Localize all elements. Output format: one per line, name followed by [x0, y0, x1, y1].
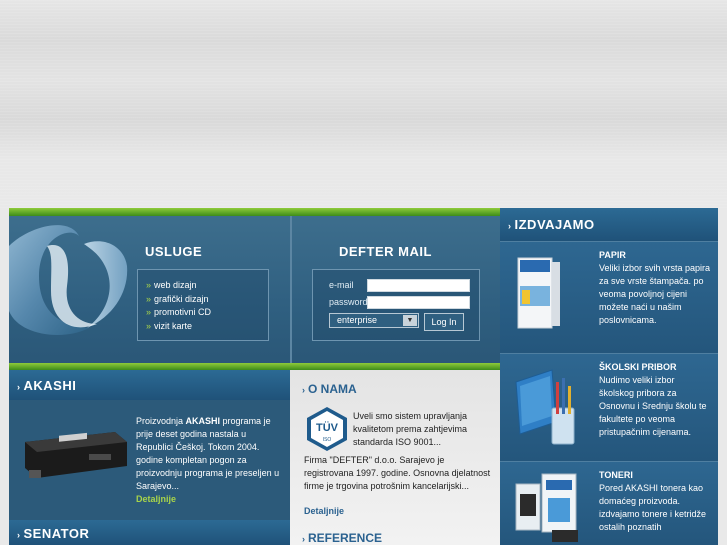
usluge-item-label: web dizajn	[154, 280, 197, 290]
green-accent-bar-lower	[9, 363, 500, 370]
usluge-item-graficki-dizajn[interactable]: » grafički dizajn	[146, 293, 268, 307]
senator-title: › SENATOR	[17, 526, 90, 541]
onama-description: Firma "DEFTER" d.o.o. Sarajevo je regist…	[304, 455, 491, 491]
akashi-more-link[interactable]: Detaljnije	[136, 494, 176, 504]
password-label: password	[329, 297, 368, 307]
tuv-certificate-badge: TÜV ISO	[307, 407, 347, 451]
izdvajamo-papir[interactable]: PAPIR Veliki izbor svih vrsta papira za …	[500, 241, 718, 353]
akashi-header: › AKASHI	[9, 370, 290, 400]
bullet-arrow-icon: ›	[302, 385, 305, 395]
akashi-description: Proizvodnja AKASHI programa je prije des…	[136, 416, 280, 504]
izdvajamo-header: › IZDVAJAMO	[500, 208, 718, 241]
login-button[interactable]: Log In	[424, 313, 464, 331]
onama-panel: › O NAMA TÜV ISO Uveli smo sistem upravlj…	[290, 370, 500, 545]
usluge-item-vizit-karte[interactable]: » vizit karte	[146, 320, 268, 334]
domain-select[interactable]: enterprise ▼	[329, 313, 419, 328]
arrow-icon: »	[146, 280, 152, 290]
dropdown-arrow-icon[interactable]: ▼	[403, 315, 417, 326]
senator-header[interactable]: › SENATOR	[9, 520, 290, 545]
svg-text:ISO: ISO	[323, 437, 332, 443]
defter-logo-icon[interactable]	[9, 216, 139, 366]
arrow-icon: »	[146, 320, 152, 331]
arrow-icon: »	[146, 307, 152, 317]
onama-title[interactable]: › O NAMA	[302, 382, 357, 396]
usluge-title: USLUGE	[145, 244, 203, 259]
usluge-item-promotivni-cd[interactable]: » promotivni CD	[146, 306, 268, 320]
bullet-arrow-icon: ›	[17, 530, 21, 540]
email-label: e-mail	[329, 280, 354, 290]
green-accent-bar	[9, 208, 500, 216]
izdvajamo-column: › IZDVAJAMO PAPIR Veliki izbor svih vrsta…	[500, 208, 718, 545]
izdvajamo-title: › IZDVAJAMO	[508, 217, 595, 232]
izdvajamo-text: Pored AKASHI tonera kao domaćeg proizvod…	[599, 483, 707, 532]
arrow-icon: »	[146, 293, 152, 304]
izdvajamo-text: Veliki izbor svih vrsta papira za sve vr…	[599, 263, 711, 325]
onama-more-link[interactable]: Detaljnije	[304, 506, 344, 516]
mail-title: DEFTER MAIL	[339, 244, 432, 259]
izdvajamo-heading: PAPIR	[599, 250, 626, 260]
main-frame: USLUGE » web dizajn » grafički dizajn » pro…	[9, 208, 718, 545]
bullet-arrow-icon: ›	[302, 534, 305, 544]
bullet-arrow-icon: ›	[508, 221, 512, 231]
svg-text:TÜV: TÜV	[316, 421, 339, 434]
usluge-menu: » web dizajn » grafički dizajn » promotivni…	[137, 269, 269, 341]
email-field[interactable]	[367, 279, 470, 292]
paper-pack-icon	[517, 257, 560, 329]
usluge-item-label: grafički dizajn	[154, 293, 209, 304]
usluge-item-web-dizajn[interactable]: » web dizajn	[146, 279, 268, 293]
akashi-title: › AKASHI	[17, 378, 77, 393]
domain-select-value: enterprise	[337, 315, 378, 325]
toner-cartridge-icon	[515, 473, 578, 542]
bullet-arrow-icon: ›	[17, 382, 21, 392]
onama-iso-text: Uveli smo sistem upravljanja kvalitetom …	[353, 411, 468, 447]
reference-title[interactable]: › REFERENCE	[302, 531, 382, 545]
izdvajamo-toneri[interactable]: TONERI Pored AKASHI tonera kao domaćeg p…	[500, 461, 718, 545]
akashi-toner-image	[25, 432, 127, 478]
password-field[interactable]	[367, 296, 470, 309]
izdvajamo-heading: ŠKOLSKI PRIBOR	[599, 362, 677, 372]
izdvajamo-skolski-pribor[interactable]: ŠKOLSKI PRIBOR Nudimo veliki izbor škols…	[500, 353, 718, 461]
izdvajamo-text: Nudimo veliki izbor školskog pribora za …	[599, 375, 707, 437]
akashi-panel: › AKASHI Proizvodnja AKASHI programa je p…	[9, 370, 290, 520]
panel-divider	[290, 216, 292, 371]
usluge-item-label: vizit karte	[154, 320, 193, 331]
mail-login-form: e-mail password enterprise ▼ Log In	[312, 269, 480, 341]
school-supplies-icon	[515, 369, 575, 445]
izdvajamo-heading: TONERI	[599, 470, 633, 480]
usluge-item-label: promotivni CD	[154, 307, 212, 317]
header-background	[0, 0, 727, 208]
